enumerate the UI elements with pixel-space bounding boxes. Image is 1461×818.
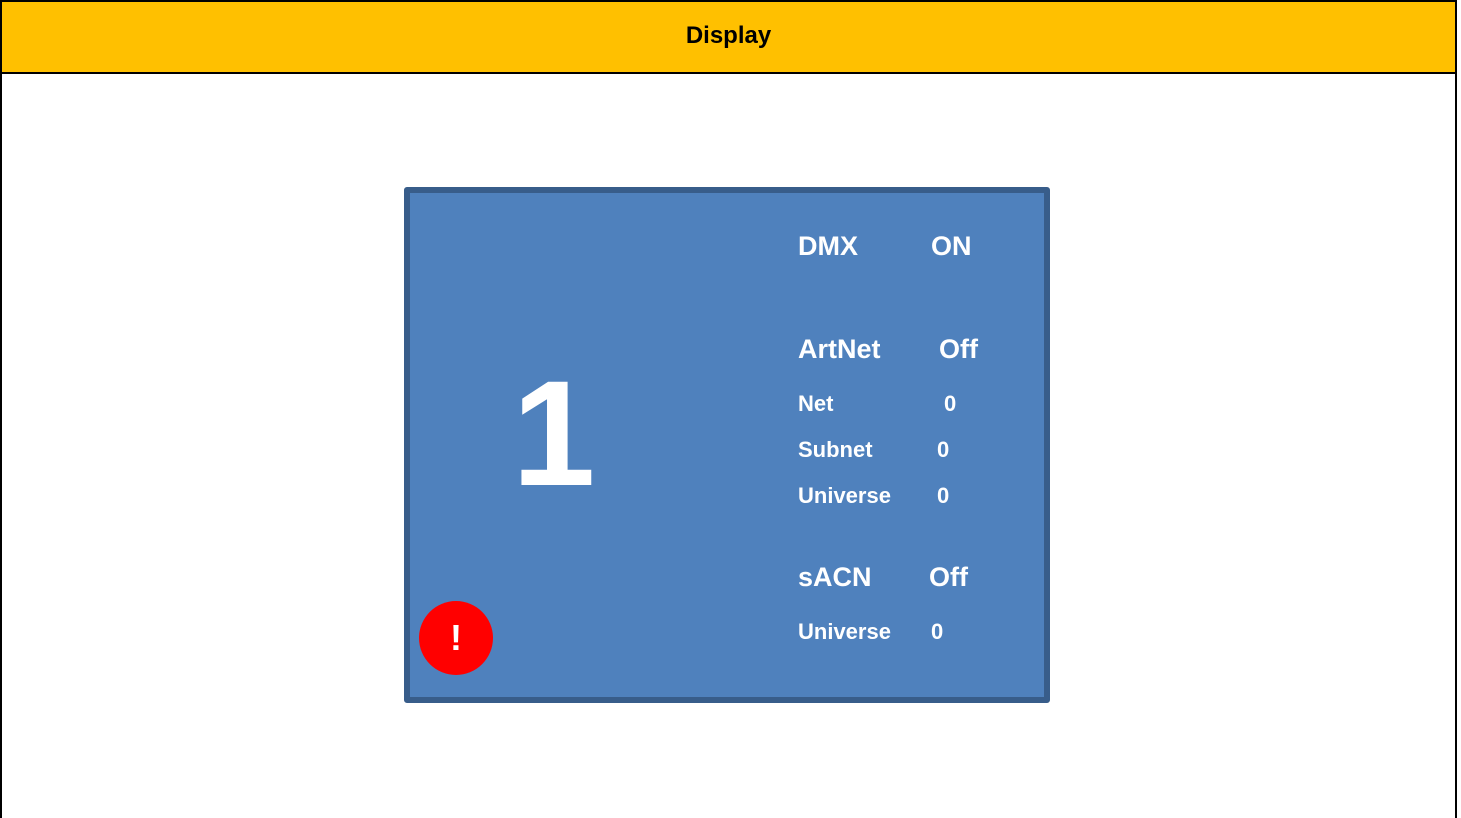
dmx-label: DMX [798,231,858,261]
alert-icon[interactable]: ! [419,601,493,675]
sacn-label: sACN [798,562,872,592]
display-panel: 1 ! DMX ON ArtNet Off Net 0 Subnet 0 Uni… [404,187,1050,703]
exclamation-icon: ! [450,617,462,658]
header-bar: Display [2,2,1455,74]
app-window: Display 1 ! DMX ON ArtNet Off Net 0 Subn… [0,0,1457,818]
page-title: Display [685,22,772,49]
artnet-subnet-value: 0 [937,437,950,462]
artnet-subnet-label: Subnet [798,437,873,462]
channel-number: 1 [512,349,596,517]
artnet-label: ArtNet [798,334,881,364]
dmx-value: ON [931,231,972,261]
artnet-value: Off [939,334,978,364]
artnet-universe-value: 0 [937,483,950,508]
sacn-universe-value: 0 [931,619,944,644]
sacn-universe-label: Universe [798,619,891,644]
artnet-universe-label: Universe [798,483,891,508]
artnet-net-label: Net [798,391,834,416]
sacn-value: Off [929,562,968,592]
artnet-net-value: 0 [944,391,957,416]
